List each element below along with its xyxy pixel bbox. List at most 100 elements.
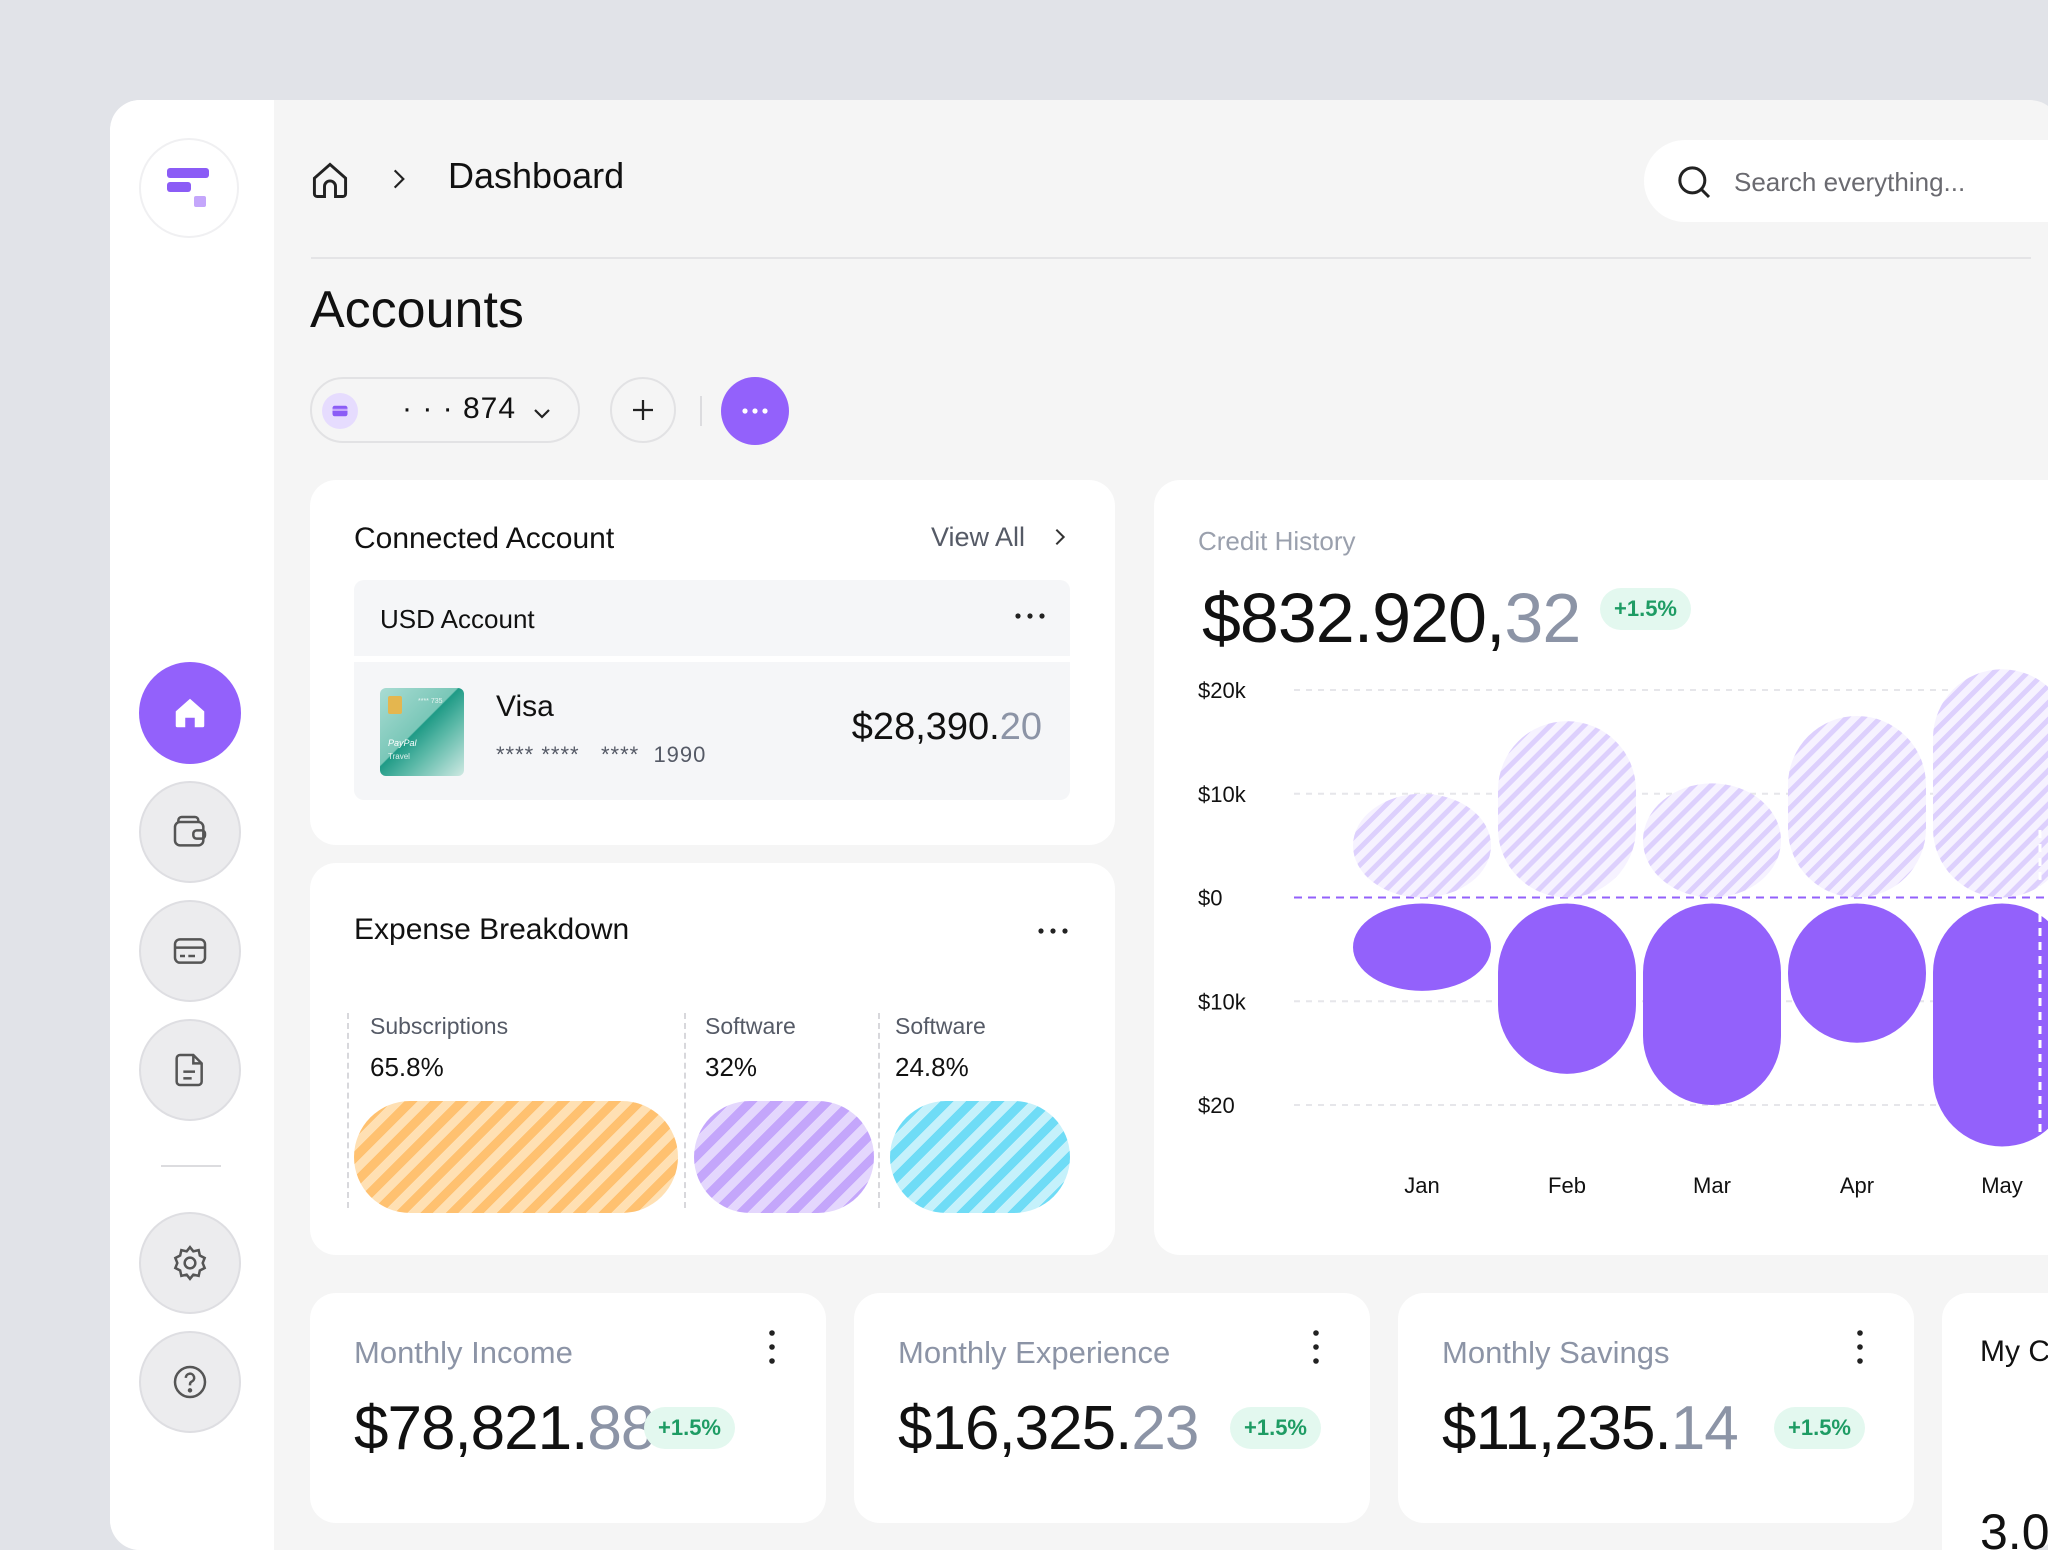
sidebar-divider	[161, 1165, 221, 1167]
nav-card-button[interactable]	[139, 900, 241, 1002]
amount-decimal: 32	[1504, 579, 1581, 657]
card-mask-2: ****	[600, 742, 640, 767]
bar-positive[interactable]	[1788, 715, 1926, 898]
nav-home-button[interactable]	[139, 662, 241, 764]
x-tick-label: May	[1981, 1173, 2023, 1198]
credit-history-chart[interactable]: $20k $10k $0 $10k $20 Jan Feb Mar Apr May	[1154, 660, 2048, 1260]
x-tick-label: Apr	[1840, 1173, 1874, 1198]
nav-settings-button[interactable]	[139, 1212, 241, 1314]
expense-item-software-2: Software 24.8%	[895, 1013, 986, 1083]
thumb-subtitle: Travel	[388, 752, 410, 761]
nav-wallet-button[interactable]	[139, 781, 241, 883]
bar-negative[interactable]	[1933, 903, 2048, 1147]
card-name: Visa	[496, 690, 554, 723]
x-tick-label: Feb	[1548, 1173, 1586, 1198]
plus-icon	[633, 400, 653, 420]
balance-main: $28,390.	[851, 706, 1000, 748]
add-account-button[interactable]	[610, 377, 676, 443]
amount-decimal: 23	[1131, 1394, 1199, 1463]
expense-bar-software[interactable]	[694, 1101, 874, 1213]
more-vertical-icon[interactable]	[762, 1327, 782, 1367]
change-badge: +1.5%	[1600, 588, 1691, 630]
expense-bar-software-2[interactable]	[890, 1101, 1070, 1213]
account-selector[interactable]: · · · 874	[310, 377, 580, 443]
card-number: **** **** **** 1990	[496, 742, 706, 768]
page-title: Accounts	[310, 281, 524, 339]
more-horizontal-icon[interactable]	[1012, 604, 1048, 628]
bar-negative[interactable]	[1643, 903, 1781, 1106]
home-icon	[175, 698, 205, 728]
thumb-brand: PayPal	[388, 738, 417, 748]
app-window: Dashboard Accounts · · · 874	[110, 100, 2048, 1550]
sidebar	[110, 100, 274, 1550]
home-icon[interactable]	[308, 158, 352, 202]
more-vertical-icon[interactable]	[1850, 1327, 1870, 1367]
expense-value: 24.8%	[895, 1052, 969, 1082]
app-logo[interactable]	[139, 138, 239, 238]
account-number: · · · 874	[402, 392, 517, 425]
expense-divider	[878, 1013, 880, 1208]
y-tick-label: $10k	[1198, 782, 1247, 807]
more-options-button[interactable]	[721, 377, 789, 445]
monthly-savings-card: Monthly Savings $11,235.14 +1.5%	[1398, 1293, 1914, 1523]
expense-label: Software	[895, 1013, 986, 1039]
stat-title: Monthly Savings	[1442, 1335, 1670, 1370]
search-bar[interactable]	[1644, 140, 2048, 222]
stat-amount: $78,821.88	[354, 1393, 655, 1464]
card-icon	[322, 393, 358, 429]
credit-history-amount: $832.920,32	[1202, 578, 1581, 658]
expense-item-software: Software 32%	[705, 1013, 796, 1083]
amount-main: $832.920,	[1202, 579, 1505, 657]
breadcrumb-current: Dashboard	[448, 155, 625, 196]
y-tick-label: $20k	[1198, 678, 1247, 703]
usd-account-header: USD Account	[354, 580, 1070, 656]
expense-value: 65.8%	[370, 1052, 444, 1082]
bar-positive[interactable]	[1498, 721, 1636, 898]
chevron-right-icon[interactable]	[1049, 526, 1071, 548]
card-balance: $28,390.20	[852, 706, 1042, 749]
chevron-right-icon	[393, 169, 405, 189]
expense-label: Software	[705, 1013, 796, 1039]
more-vertical-icon[interactable]	[1306, 1327, 1326, 1367]
stat-title: Monthly Experience	[898, 1335, 1171, 1370]
monthly-experience-card: Monthly Experience $16,325.23 +1.5%	[854, 1293, 1370, 1523]
toolbar-separator	[700, 396, 702, 426]
expense-divider	[684, 1013, 686, 1208]
change-badge: +1.5%	[1774, 1407, 1865, 1449]
help-icon	[173, 1365, 207, 1399]
expense-label: Subscriptions	[370, 1013, 509, 1039]
bar-negative[interactable]	[1498, 903, 1636, 1074]
nav-help-button[interactable]	[139, 1331, 241, 1433]
visa-card-row[interactable]: **** 735 PayPal Travel Visa **** **** **…	[354, 662, 1070, 800]
wallet-icon	[173, 815, 207, 847]
credit-card-icon	[173, 938, 207, 964]
y-tick-label: $10k	[1198, 989, 1247, 1014]
y-tick-label: $0	[1198, 886, 1222, 911]
y-tick-label: $20	[1198, 1093, 1235, 1118]
card-title: Connected Account	[354, 522, 615, 555]
nav-document-button[interactable]	[139, 1019, 241, 1121]
expense-bar-subscriptions[interactable]	[354, 1101, 678, 1213]
x-tick-label: Jan	[1404, 1173, 1439, 1198]
card-thumbnail: **** 735 PayPal Travel	[380, 688, 464, 776]
card-chip	[388, 696, 402, 714]
monthly-income-card: Monthly Income $78,821.88 +1.5%	[310, 1293, 826, 1523]
bar-positive[interactable]	[1353, 793, 1491, 898]
connected-account-card: Connected Account View All USD Account *…	[310, 480, 1115, 845]
stat-amount: $16,325.23	[898, 1393, 1199, 1464]
partial-card-value: 3.0	[1980, 1504, 2048, 1550]
bar-positive[interactable]	[1643, 783, 1781, 898]
bar-negative[interactable]	[1353, 903, 1491, 991]
expense-breakdown-card: Expense Breakdown Subscriptions 65.8% So…	[310, 863, 1115, 1255]
card-mask: **** ****	[496, 742, 580, 767]
stat-amount: $11,235.14	[1442, 1393, 1739, 1464]
more-horizontal-icon[interactable]	[1035, 919, 1071, 943]
bar-positive[interactable]	[1933, 669, 2048, 898]
stat-title: Monthly Income	[354, 1335, 573, 1370]
card-title: Expense Breakdown	[354, 913, 630, 946]
amount-decimal: 14	[1670, 1394, 1739, 1463]
search-input[interactable]	[1732, 162, 2048, 202]
thumb-number: **** 735	[418, 698, 443, 705]
view-all-link[interactable]: View All	[931, 522, 1025, 553]
bar-negative[interactable]	[1788, 903, 1926, 1043]
